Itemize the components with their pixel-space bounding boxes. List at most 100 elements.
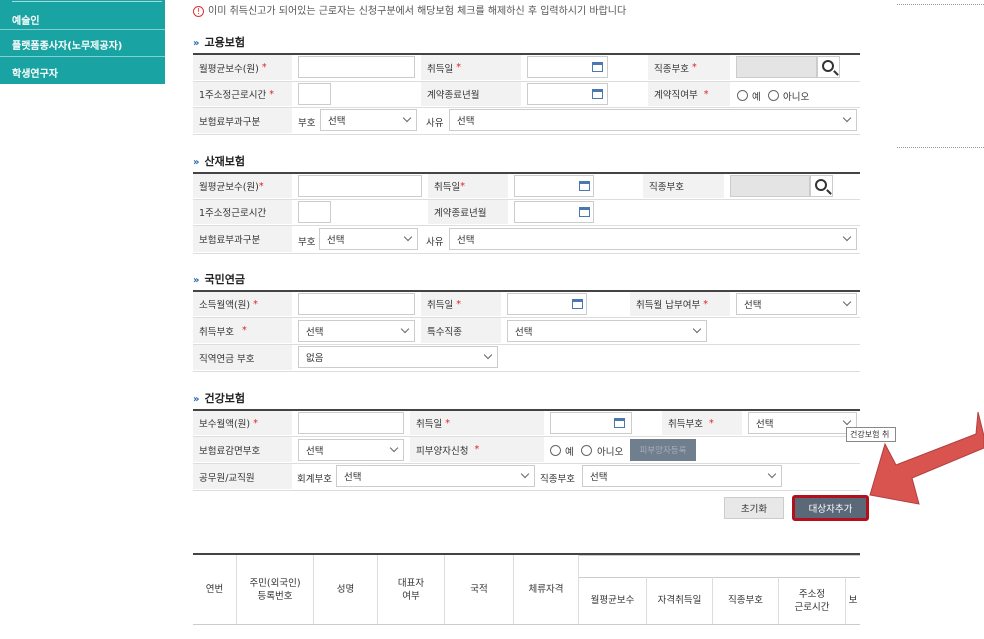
industrial-weekly-hours-input[interactable]	[298, 201, 331, 223]
label-acq-date: 취득일 *	[428, 174, 508, 198]
calendar-icon[interactable]	[579, 181, 590, 191]
sidebar-item-platform-worker[interactable]: 플랫폼종사자(노무제공자)	[12, 37, 122, 52]
table-header-cell: 체류자격	[514, 555, 579, 624]
industrial-premium-code-select[interactable]: 선택	[319, 228, 418, 250]
sidebar-divider	[0, 29, 165, 30]
row-line	[193, 225, 860, 226]
contract-worker-no-label: 아니오	[783, 92, 810, 103]
job-code-label: 직종부호	[540, 474, 575, 485]
premium-code-select[interactable]: 선택	[320, 109, 417, 131]
double-chevron-icon: »	[193, 38, 200, 49]
label-premium-class: 보험료부과구분	[193, 108, 292, 133]
row-line	[193, 134, 860, 135]
industrial-job-code-input[interactable]	[730, 175, 810, 197]
industrial-section-title: » 산재보험	[193, 155, 245, 168]
table-header-cell: 대표자 여부	[378, 555, 445, 624]
industrial-premium-reason-select[interactable]: 선택	[449, 228, 857, 250]
health-monthly-wage-input[interactable]	[298, 412, 404, 434]
occupational-code-select[interactable]: 없음	[298, 346, 498, 368]
job-code-input[interactable]	[736, 56, 817, 78]
label-reduction: 보험료감면부호	[193, 437, 292, 462]
table-top-border	[193, 172, 860, 174]
row-line	[193, 463, 860, 464]
label-contract-end: 계약종료년월	[428, 200, 508, 224]
label-monthly-wage: 월평균보수(원) *	[193, 174, 292, 198]
sidebar-item-artist[interactable]: 예술인	[12, 12, 40, 27]
label-public-official: 공무원/교직원	[193, 464, 292, 489]
sidebar: 예술인 플랫폼종사자(노무제공자) 학생연구자	[0, 0, 165, 84]
chevron-down-icon	[400, 324, 410, 334]
label-dependent: 피부양자신청 *	[410, 437, 544, 462]
pension-acq-code-select[interactable]: 선택	[298, 320, 415, 342]
dependent-no-radio[interactable]	[581, 445, 592, 456]
double-chevron-icon: »	[193, 275, 200, 286]
chevron-down-icon	[842, 113, 852, 123]
chevron-down-icon	[483, 350, 493, 360]
label-acq-date: 취득일 *	[410, 411, 544, 435]
notice: ! 이미 취득신고가 되어있는 근로자는 신청구분에서 해당보험 체크를 해제하신…	[193, 2, 626, 17]
industrial-monthly-wage-input[interactable]	[298, 175, 422, 197]
chevron-down-icon	[403, 232, 413, 242]
health-acq-code-select[interactable]: 선택	[748, 412, 857, 434]
row-line	[193, 624, 860, 625]
chevron-down-icon	[389, 443, 399, 453]
sidebar-divider	[0, 56, 165, 57]
contract-worker-yes-radio[interactable]	[737, 90, 748, 101]
reset-button[interactable]: 초기화	[724, 497, 784, 519]
table-header-cell: 성명	[314, 555, 378, 624]
label-acq-code: 취득부호 *	[662, 411, 742, 435]
table-header-cell: 자격취득일	[647, 577, 713, 624]
row-line	[193, 344, 860, 345]
special-job-select[interactable]: 선택	[507, 320, 707, 342]
contract-worker-no-radio[interactable]	[768, 90, 779, 101]
calendar-icon[interactable]	[592, 89, 603, 99]
table-header-cell: 보	[848, 595, 858, 606]
chevron-down-icon	[842, 232, 852, 242]
notice-text: 이미 취득신고가 되어있는 근로자는 신청구분에서 해당보험 체크를 해제하신 …	[208, 6, 627, 17]
table-top-border	[193, 290, 860, 292]
sidebar-cut-text	[12, 0, 162, 2]
contract-worker-yes-label: 예	[752, 92, 761, 103]
weekly-hours-input[interactable]	[298, 83, 331, 105]
double-chevron-icon: »	[193, 157, 200, 168]
label-job-code: 직종부호	[643, 174, 724, 198]
add-target-button[interactable]: 대상자추가	[792, 495, 869, 521]
label-premium-class: 보험료부과구분	[193, 226, 292, 252]
premium-reason-select[interactable]: 선택	[449, 109, 857, 131]
label-acq-code: 취득부호 *	[193, 318, 292, 343]
dependent-register-button[interactable]: 피부양자등록	[630, 439, 696, 461]
warning-icon: !	[193, 6, 204, 17]
reason-label: 사유	[426, 237, 444, 248]
monthly-wage-input[interactable]	[298, 56, 415, 78]
label-monthly-wage: 보수월액(원) *	[193, 411, 292, 435]
reduction-select[interactable]: 선택	[298, 439, 404, 461]
label-monthly-wage: 월평균보수(원) *	[193, 55, 292, 80]
table-header-cell: 주민(외국인) 등록번호	[237, 555, 314, 624]
search-icon	[822, 60, 834, 72]
row-line	[193, 371, 860, 372]
red-arrow-annotation	[869, 411, 984, 505]
calendar-icon[interactable]	[572, 299, 583, 309]
calendar-icon[interactable]	[614, 418, 625, 428]
job-code-search-button[interactable]	[817, 56, 840, 78]
chevron-down-icon	[842, 297, 852, 307]
chevron-down-icon	[520, 469, 530, 479]
account-code-select[interactable]: 선택	[336, 465, 535, 487]
calendar-icon[interactable]	[592, 62, 603, 72]
row-line	[193, 253, 860, 254]
row-line	[193, 199, 860, 200]
health-job-code-select[interactable]: 선택	[582, 465, 782, 487]
sidebar-item-student-researcher[interactable]: 학생연구자	[12, 65, 58, 80]
table-header-cell: 연번	[193, 555, 237, 624]
dependent-yes-radio[interactable]	[550, 445, 561, 456]
pension-monthly-income-input[interactable]	[298, 293, 415, 315]
label-monthly-income: 소득월액(원) *	[193, 292, 292, 316]
label-contract-end: 계약종료년월	[421, 82, 521, 106]
table-header-cell: 주소정 근로시간	[779, 577, 846, 624]
header-group-row	[579, 555, 860, 577]
calendar-icon[interactable]	[579, 207, 590, 217]
account-code-label: 회계부호	[297, 474, 332, 485]
chevron-down-icon	[767, 469, 777, 479]
industrial-job-code-search-button[interactable]	[810, 175, 833, 197]
payment-month-select[interactable]: 선택	[736, 293, 857, 315]
